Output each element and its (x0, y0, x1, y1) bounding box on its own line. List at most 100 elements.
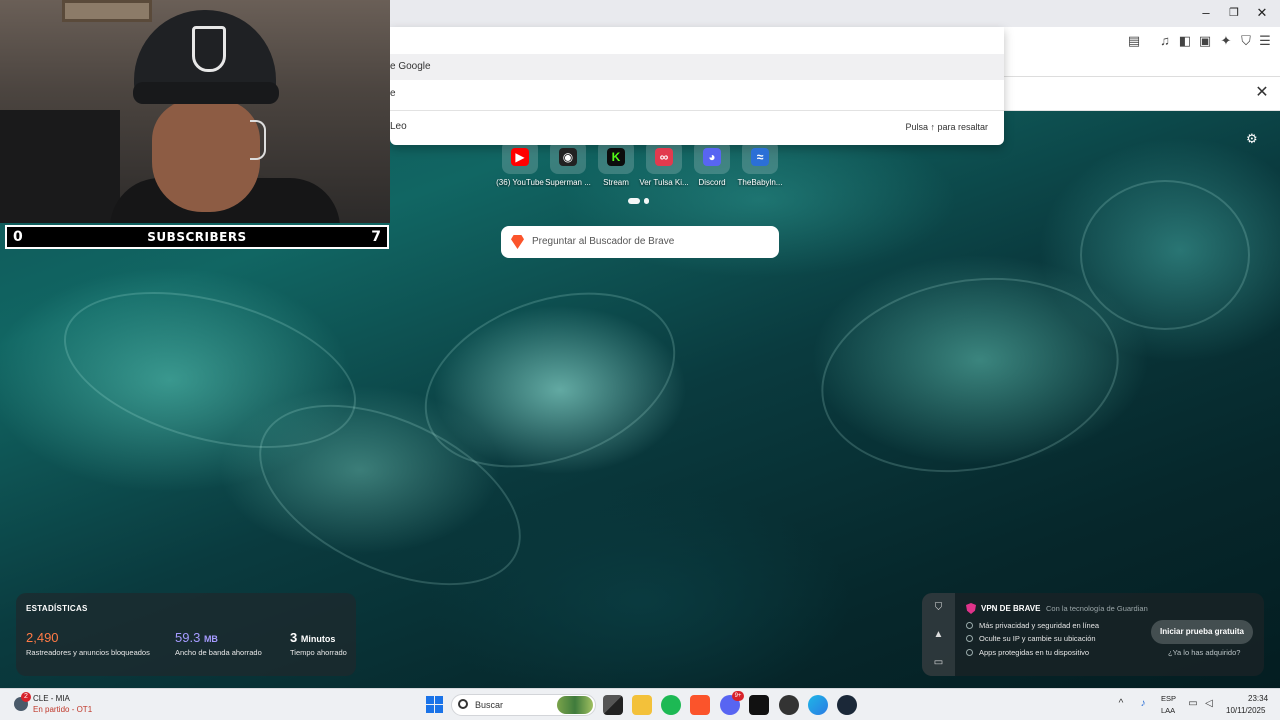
vpn-title: VPN DE BRAVE (981, 604, 1041, 613)
headset-icon (250, 120, 266, 160)
omnibox-suggestion[interactable]: e Google (390, 54, 1004, 80)
check-icon (966, 635, 973, 642)
sidebar-icon[interactable]: ◧ (1177, 33, 1193, 49)
minimize-icon[interactable]: – (1196, 4, 1216, 22)
vpn-logo-icon (966, 603, 976, 614)
omnibox-suggestion[interactable]: e (390, 81, 1004, 107)
obs-icon[interactable] (779, 695, 799, 715)
subscriber-start: 0 (13, 229, 23, 245)
browser-titlebar: – ❐ ✕ (390, 0, 1280, 27)
clock-date[interactable]: 10/11/2025 (1226, 706, 1265, 715)
wall-picture-frame (62, 0, 152, 22)
wave-swirl (805, 255, 1135, 495)
steam-icon[interactable] (837, 695, 857, 715)
wallet-icon[interactable]: ▣ (1197, 33, 1213, 49)
pager-dot-active[interactable] (628, 198, 640, 204)
already-purchased-link[interactable]: ¿Ya lo has adquirido? (1168, 648, 1240, 657)
maximize-icon[interactable]: ❐ (1224, 4, 1244, 22)
suggestion-label: Leo (390, 121, 407, 132)
time-value: 3 (290, 630, 298, 645)
omnibox-hint: Pulsa ↑ para resaltar (905, 122, 988, 132)
spotify-icon[interactable] (661, 695, 681, 715)
vpn-widget[interactable]: ⛉ ▲ ▭ VPN DE BRAVE Con la tecnología de … (922, 593, 1264, 676)
language-code[interactable]: ESP (1161, 694, 1176, 703)
time-saved: 3 Minutos (290, 630, 335, 645)
youtube-icon: ▶ (511, 148, 529, 166)
suggestion-label: e (390, 88, 396, 99)
network-icon[interactable]: ▭ (1187, 698, 1199, 710)
divider (390, 110, 1004, 111)
search-icon (458, 699, 468, 709)
discord-badge: 9+ (732, 691, 744, 701)
webcam-overlay (0, 0, 390, 223)
streaming-site-icon: ∞ (655, 148, 673, 166)
notification-badge: 2 (21, 692, 31, 702)
superman-site-icon: ◉ (559, 148, 577, 166)
vpn-feature: Apps protegidas en tu dispositivo (966, 648, 1089, 657)
menu-icon[interactable]: ☰ (1257, 33, 1273, 49)
kick-icon: K (607, 148, 625, 166)
edge-icon[interactable] (808, 695, 828, 715)
clock-time[interactable]: 23:34 (1248, 694, 1268, 703)
top-site-babylon[interactable]: ≈ TheBabyln... (725, 140, 795, 187)
warning-icon[interactable]: ▲ (932, 628, 945, 641)
top-site-label: TheBabyln... (737, 178, 783, 187)
babylon-site-icon: ≈ (751, 148, 769, 166)
brave-logo-icon (511, 235, 524, 249)
gear-icon[interactable]: ⚙ (1246, 132, 1260, 146)
leo-ai-icon[interactable]: ✦ (1218, 33, 1234, 49)
widget-title: CLE - MIA (33, 694, 70, 703)
taskbar-search[interactable]: Buscar (451, 694, 596, 716)
start-button[interactable] (425, 695, 445, 715)
widget-sidebar: ⛉ ▲ ▭ (922, 593, 955, 676)
file-explorer-icon[interactable] (632, 695, 652, 715)
pager-dot[interactable] (644, 198, 649, 204)
camera-icon[interactable]: ▭ (932, 656, 945, 669)
shield-icon[interactable]: ⛉ (932, 601, 945, 614)
omnibox-dropdown: e Google e Leo Pulsa ↑ para resaltar (390, 27, 1004, 145)
top-site-tile: ≈ (742, 140, 778, 174)
wallet-card-icon[interactable]: ▤ (1126, 33, 1142, 49)
subscriber-label: SUBSCRIBERS (147, 230, 247, 244)
check-icon (966, 622, 973, 629)
discord-icon: ◕ (703, 148, 721, 166)
bandwidth-label: Ancho de banda ahorrado (175, 648, 262, 657)
microphone-icon[interactable]: ♪ (1137, 698, 1149, 710)
vpn-feature: Oculte su IP y cambie su ubicación (966, 634, 1096, 643)
close-icon[interactable]: ✕ (1252, 4, 1272, 22)
trackers-blocked-label: Rastreadores y anuncios bloqueados (26, 648, 150, 657)
task-view-icon[interactable] (603, 695, 623, 715)
subscriber-goal-bar: SUBSCRIBERS 0 7 (5, 225, 389, 249)
stats-widget[interactable]: ESTADÍSTICAS 2,490 Rastreadores y anunci… (16, 593, 356, 676)
chevron-up-icon[interactable]: ^ (1115, 698, 1127, 710)
suggestion-label: e Google (390, 61, 431, 72)
vpn-powered-by: Con la tecnología de Guardian (1046, 604, 1148, 613)
vpn-shield-icon[interactable]: ⛉ (1238, 33, 1254, 49)
start-free-trial-button[interactable]: Iniciar prueba gratuita (1151, 620, 1253, 644)
close-icon[interactable]: ✕ (1254, 85, 1270, 101)
top-sites-pager[interactable] (628, 198, 652, 204)
vpn-feature-text: Apps protegidas en tu dispositivo (979, 648, 1090, 657)
windows-taskbar: 2 CLE - MIA En partido - OT1 Buscar 9+ ^… (0, 688, 1280, 720)
gaming-chair (0, 110, 120, 223)
brave-icon[interactable] (690, 695, 710, 715)
music-icon[interactable]: ♫ (1157, 33, 1173, 49)
bandwidth-value: 59.3 (175, 630, 201, 645)
cap-logo-icon (192, 26, 226, 72)
keyboard-layout[interactable]: LAA (1161, 706, 1175, 715)
widget-status: En partido - OT1 (33, 705, 93, 714)
search-highlight-art (557, 696, 593, 714)
bandwidth-saved: 59.3 MB (175, 630, 218, 645)
taskbar-search-label: Buscar (475, 700, 504, 710)
cap-brim (133, 82, 279, 104)
discord-icon[interactable]: 9+ (720, 691, 744, 715)
brave-search-box[interactable]: Preguntar al Buscador de Brave (501, 226, 779, 258)
equalizer-app-icon[interactable] (749, 695, 769, 715)
wave-swirl (1080, 180, 1250, 330)
search-placeholder: Preguntar al Buscador de Brave (532, 236, 675, 247)
volume-icon[interactable]: ◁ (1203, 698, 1215, 710)
trackers-blocked-value: 2,490 (26, 630, 59, 645)
vpn-feature-text: Oculte su IP y cambie su ubicación (979, 634, 1096, 643)
vpn-feature-text: Más privacidad y seguridad en línea (979, 621, 1100, 630)
time-label: Tiempo ahorrado (290, 648, 347, 657)
